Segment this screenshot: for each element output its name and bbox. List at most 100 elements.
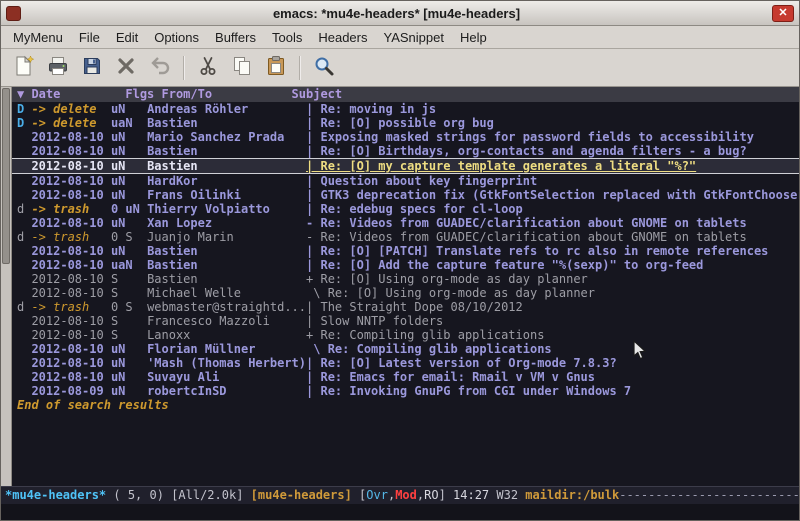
message-row[interactable]: 2012-08-10 uN Bastien | Re: [O] [PATCH] …	[12, 244, 799, 258]
row-mark: d	[17, 300, 31, 314]
copy-button[interactable]	[225, 53, 259, 83]
menu-item-headers[interactable]: Headers	[310, 27, 375, 48]
row-subject: + Re: Compiling glib applications	[306, 328, 544, 342]
tool-bar	[1, 49, 799, 87]
row-from: webmaster@straightd...	[147, 300, 306, 314]
row-mark	[17, 130, 31, 144]
message-row[interactable]: 2012-08-10 uN Mario Sanchez Prada | Expo…	[12, 130, 799, 144]
message-row[interactable]: 2012-08-10 uN Florian Müllner \ Re: Comp…	[12, 342, 799, 356]
message-row[interactable]: 2012-08-10 uN 'Mash (Thomas Herbert)| Re…	[12, 356, 799, 370]
toolbar-separator	[183, 56, 185, 80]
row-flags: uaN	[111, 258, 147, 272]
modeline-segment: [mu4e-headers]	[251, 488, 359, 502]
scrollbar-thumb[interactable]	[2, 88, 10, 264]
message-row[interactable]: 2012-08-10 uN Suvayu Ali | Re: Emacs for…	[12, 370, 799, 384]
menu-item-options[interactable]: Options	[146, 27, 207, 48]
row-flags: uN	[111, 244, 147, 258]
row-mark	[17, 314, 31, 328]
emacs-window: emacs: *mu4e-headers* [mu4e-headers] ✕ M…	[0, 0, 800, 521]
column-date[interactable]: ▼ Date	[17, 87, 125, 101]
row-flags: S	[111, 328, 147, 342]
menu-item-tools[interactable]: Tools	[264, 27, 310, 48]
message-row[interactable]: d -> trash 0 S Juanjo Marin - Re: Videos…	[12, 230, 799, 244]
message-row[interactable]: 2012-08-10 uN Xan Lopez - Re: Videos fro…	[12, 216, 799, 230]
row-mark	[17, 244, 31, 258]
print-button[interactable]	[41, 53, 75, 83]
column-subject[interactable]: Subject	[292, 87, 343, 101]
column-from[interactable]: From/To	[162, 87, 292, 101]
row-from: Thierry Volpiatto	[147, 202, 306, 216]
paste-button[interactable]	[259, 53, 293, 83]
message-row[interactable]: 2012-08-10 uN HardKor | Question about k…	[12, 174, 799, 188]
row-subject: | GTK3 deprecation fix (GtkFontSelection…	[306, 188, 799, 202]
modeline-segment: Mod	[395, 488, 417, 502]
row-date: 2012-08-10	[31, 174, 110, 188]
modeline-segment: ]	[439, 488, 453, 502]
row-mark: d	[17, 230, 31, 244]
message-row[interactable]: 2012-08-10 S Michael Welle \ Re: [O] Usi…	[12, 286, 799, 300]
message-row[interactable]: 2012-08-10 uN Bastien | Re: [O] my captu…	[12, 158, 799, 174]
row-mark	[17, 384, 31, 398]
echo-area	[1, 504, 799, 520]
message-row[interactable]: 2012-08-10 S Francesco Mazzoli | Slow NN…	[12, 314, 799, 328]
row-flags: 0 uN	[111, 202, 147, 216]
row-from: Xan Lopez	[147, 216, 306, 230]
message-row[interactable]: 2012-08-10 S Bastien + Re: [O] Using org…	[12, 272, 799, 286]
menu-item-edit[interactable]: Edit	[108, 27, 146, 48]
menu-item-buffers[interactable]: Buffers	[207, 27, 264, 48]
close-button[interactable]: ✕	[772, 5, 794, 22]
menu-item-file[interactable]: File	[71, 27, 108, 48]
undo-button[interactable]	[143, 53, 177, 83]
row-from: Bastien	[147, 144, 306, 158]
row-date: -> delete	[31, 102, 110, 116]
new-file-icon	[12, 54, 36, 81]
row-mark	[17, 370, 31, 384]
message-row[interactable]: 2012-08-10 uaN Bastien | Re: [O] Add the…	[12, 258, 799, 272]
row-date: 2012-08-10	[31, 286, 110, 300]
menu-item-mymenu[interactable]: MyMenu	[5, 27, 71, 48]
row-flags: uN	[111, 188, 147, 202]
scrollbar[interactable]	[1, 87, 12, 486]
row-mark	[17, 286, 31, 300]
row-date: 2012-08-10	[31, 244, 110, 258]
row-flags: uN	[111, 216, 147, 230]
message-row[interactable]: d -> trash 0 S webmaster@straightd...| T…	[12, 300, 799, 314]
modeline-segment: *mu4e-headers*	[5, 488, 106, 502]
undo-icon	[148, 54, 172, 81]
modeline-segment: ----------------------------------------…	[619, 488, 799, 502]
close-button[interactable]	[109, 53, 143, 83]
row-from: Bastien	[147, 258, 306, 272]
cut-button[interactable]	[191, 53, 225, 83]
message-row[interactable]: 2012-08-10 uN Bastien | Re: [O] Birthday…	[12, 144, 799, 158]
message-row[interactable]: D -> delete uN Andreas Röhler | Re: movi…	[12, 102, 799, 116]
row-from: robertcInSD	[147, 384, 306, 398]
row-from: 'Mash (Thomas Herbert)	[147, 356, 306, 370]
message-row[interactable]: 2012-08-09 uN robertcInSD | Re: Invoking…	[12, 384, 799, 398]
message-row[interactable]: D -> delete uaN Bastien | Re: [O] possib…	[12, 116, 799, 130]
save-button[interactable]	[75, 53, 109, 83]
row-date: 2012-08-09	[31, 384, 110, 398]
row-mark	[17, 328, 31, 342]
new-file-button[interactable]	[7, 53, 41, 83]
menu-item-help[interactable]: Help	[452, 27, 495, 48]
row-flags: uaN	[111, 116, 147, 130]
row-from: Frans Oilinki	[147, 188, 306, 202]
row-subject: | Re: Emacs for email: Rmail v VM v Gnus	[306, 370, 595, 384]
message-list: D -> delete uN Andreas Röhler | Re: movi…	[12, 102, 799, 398]
row-flags: uN	[111, 356, 147, 370]
message-row[interactable]: d -> trash 0 uN Thierry Volpiatto | Re: …	[12, 202, 799, 216]
row-date: 2012-08-10	[31, 342, 110, 356]
column-flags[interactable]: Flgs	[125, 87, 161, 101]
message-row[interactable]: 2012-08-10 S Lanoxx + Re: Compiling glib…	[12, 328, 799, 342]
row-date: 2012-08-10	[31, 370, 110, 384]
menu-item-yasnippet[interactable]: YASnippet	[375, 27, 451, 48]
message-row[interactable]: 2012-08-10 uN Frans Oilinki | GTK3 depre…	[12, 188, 799, 202]
row-flags: uN	[111, 370, 147, 384]
row-mark: d	[17, 202, 31, 216]
row-subject: | Re: [O] possible org bug	[306, 116, 494, 130]
row-subject: | Re: [O] Latest version of Org-mode 7.8…	[306, 356, 617, 370]
search-button[interactable]	[307, 53, 341, 83]
paste-icon	[264, 54, 288, 81]
row-date: -> trash	[31, 300, 110, 314]
row-date: 2012-08-10	[31, 144, 110, 158]
